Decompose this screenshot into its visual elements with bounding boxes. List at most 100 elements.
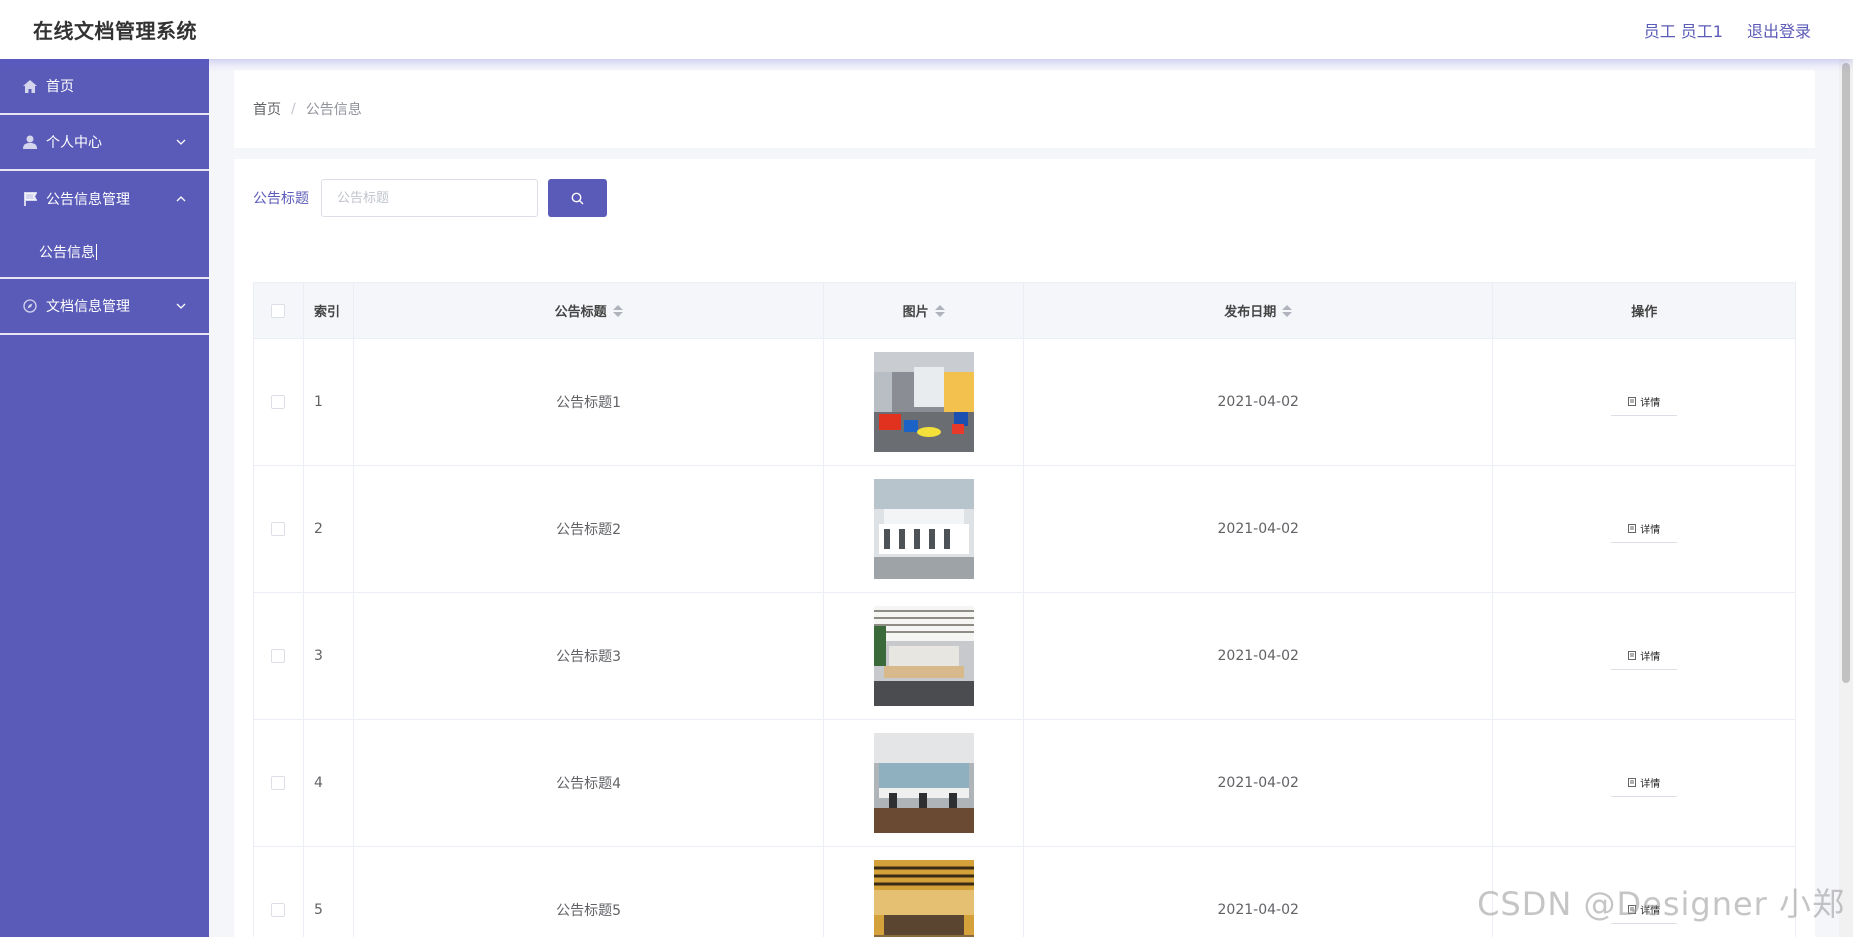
select-all-checkbox[interactable]: [271, 303, 286, 318]
document-icon: [1628, 778, 1637, 787]
sidebar-item-document-mgmt[interactable]: 文档信息管理: [0, 279, 209, 335]
row-index: 1: [304, 339, 354, 465]
row-title: 公告标题3: [354, 593, 825, 719]
table-row: 2 公告标题2 2021-04-02 详情: [254, 466, 1795, 593]
table-row: 3 公告标题3 2021-04-02 详情: [254, 593, 1795, 720]
sidebar-item-label: 公告信息管理: [46, 192, 130, 208]
breadcrumb-separator: /: [291, 101, 296, 117]
logout-link[interactable]: 退出登录: [1747, 18, 1811, 42]
compass-icon: [22, 298, 38, 314]
header-operation: 操作: [1631, 305, 1658, 320]
header-date[interactable]: 发布日期: [1024, 283, 1494, 338]
document-icon: [1628, 397, 1637, 406]
detail-label: 详情: [1640, 652, 1661, 663]
office-photo[interactable]: [873, 606, 974, 706]
table-header-row: 索引 公告标题 图片 发布日期 操作: [254, 283, 1795, 339]
header-title[interactable]: 公告标题: [354, 283, 825, 338]
row-date: 2021-04-02: [1024, 593, 1494, 719]
sidebar-item-home[interactable]: 首页: [0, 59, 209, 115]
home-icon: [22, 78, 38, 94]
row-index: 2: [304, 466, 354, 592]
row-checkbox-cell: [254, 339, 304, 465]
header-title-label: 公告标题: [554, 305, 607, 320]
header-checkbox-cell: [254, 283, 304, 338]
detail-label: 详情: [1640, 525, 1661, 536]
chevron-down-icon: [176, 139, 186, 145]
office-photo[interactable]: [873, 479, 974, 579]
announcement-table: 索引 公告标题 图片 发布日期 操作 1 公告标题1 2021-04-02 详情…: [253, 282, 1796, 937]
header-image[interactable]: 图片: [824, 283, 1025, 338]
header-index: 索引: [304, 283, 354, 338]
table-row: 4 公告标题4 2021-04-02 详情: [254, 720, 1795, 847]
row-operation-cell: 详情: [1493, 339, 1795, 465]
document-icon: [1628, 524, 1637, 533]
row-checkbox[interactable]: [271, 522, 286, 536]
user-name-link[interactable]: 员工 员工1: [1644, 18, 1723, 42]
search-bar: 公告标题: [253, 179, 607, 217]
row-index: 4: [304, 720, 354, 846]
search-button[interactable]: [548, 179, 607, 217]
row-checkbox-cell: [254, 466, 304, 592]
detail-button[interactable]: 详情: [1611, 515, 1678, 543]
row-checkbox[interactable]: [271, 649, 286, 663]
text-cursor: [96, 244, 97, 260]
row-checkbox-cell: [254, 593, 304, 719]
flag-icon: [22, 191, 38, 207]
row-title: 公告标题4: [354, 720, 825, 846]
row-checkbox[interactable]: [271, 395, 286, 409]
row-date: 2021-04-02: [1024, 720, 1494, 846]
detail-button[interactable]: 详情: [1611, 642, 1678, 670]
watermark: CSDN @Designer 小郑: [1477, 885, 1845, 923]
sidebar: 首页 个人中心 公告信息管理 公告信息 文档信息管理: [0, 59, 209, 937]
sidebar-subitem-label: 公告信息: [39, 245, 95, 261]
breadcrumb: 首页 / 公告信息: [234, 70, 1815, 148]
sort-icon[interactable]: [934, 304, 945, 317]
table-row: 1 公告标题1 2021-04-02 详情: [254, 339, 1795, 466]
sort-icon[interactable]: [1282, 304, 1293, 317]
search-input[interactable]: [321, 179, 538, 217]
header-image-label: 图片: [902, 305, 929, 320]
row-date: 2021-04-02: [1024, 466, 1494, 592]
header-date-label: 发布日期: [1224, 305, 1277, 320]
search-icon: [571, 192, 584, 204]
row-operation-cell: 详情: [1493, 593, 1795, 719]
detail-button[interactable]: 详情: [1611, 769, 1678, 797]
sort-icon[interactable]: [612, 304, 623, 317]
row-title: 公告标题2: [354, 466, 825, 592]
row-checkbox-cell: [254, 720, 304, 846]
header-actions: 员工 员工1 退出登录: [1644, 18, 1811, 42]
app-title: 在线文档管理系统: [33, 19, 197, 43]
breadcrumb-home[interactable]: 首页: [253, 99, 281, 119]
office-photo[interactable]: [873, 733, 974, 833]
chevron-down-icon: [176, 303, 186, 309]
row-title: 公告标题5: [354, 847, 825, 937]
row-image-cell: [824, 339, 1025, 465]
sidebar-item-announcement-mgmt[interactable]: 公告信息管理: [0, 171, 209, 227]
sidebar-item-label: 文档信息管理: [46, 299, 130, 315]
detail-button[interactable]: 详情: [1611, 388, 1678, 416]
breadcrumb-current: 公告信息: [305, 102, 362, 118]
user-icon: [22, 134, 38, 150]
row-date: 2021-04-02: [1024, 339, 1494, 465]
row-checkbox[interactable]: [271, 776, 286, 790]
sidebar-item-label: 首页: [46, 79, 74, 95]
chevron-up-icon: [176, 196, 186, 202]
row-index: 5: [304, 847, 354, 937]
scrollbar-thumb[interactable]: [1842, 63, 1850, 683]
page-scrollbar[interactable]: [1839, 59, 1853, 937]
row-image-cell: [824, 720, 1025, 846]
row-image-cell: [824, 593, 1025, 719]
office-photo[interactable]: [873, 860, 974, 937]
top-header: 在线文档管理系统 员工 员工1 退出登录: [0, 0, 1853, 59]
detail-label: 详情: [1640, 398, 1661, 409]
detail-label: 详情: [1640, 779, 1661, 790]
row-image-cell: [824, 847, 1025, 937]
document-icon: [1628, 651, 1637, 660]
row-checkbox[interactable]: [271, 903, 286, 917]
sidebar-subitem-announcement[interactable]: 公告信息: [0, 227, 209, 279]
sidebar-item-personal-center[interactable]: 个人中心: [0, 115, 209, 171]
office-photo[interactable]: [873, 352, 974, 452]
row-index: 3: [304, 593, 354, 719]
row-operation-cell: 详情: [1493, 466, 1795, 592]
search-label: 公告标题: [253, 191, 309, 207]
